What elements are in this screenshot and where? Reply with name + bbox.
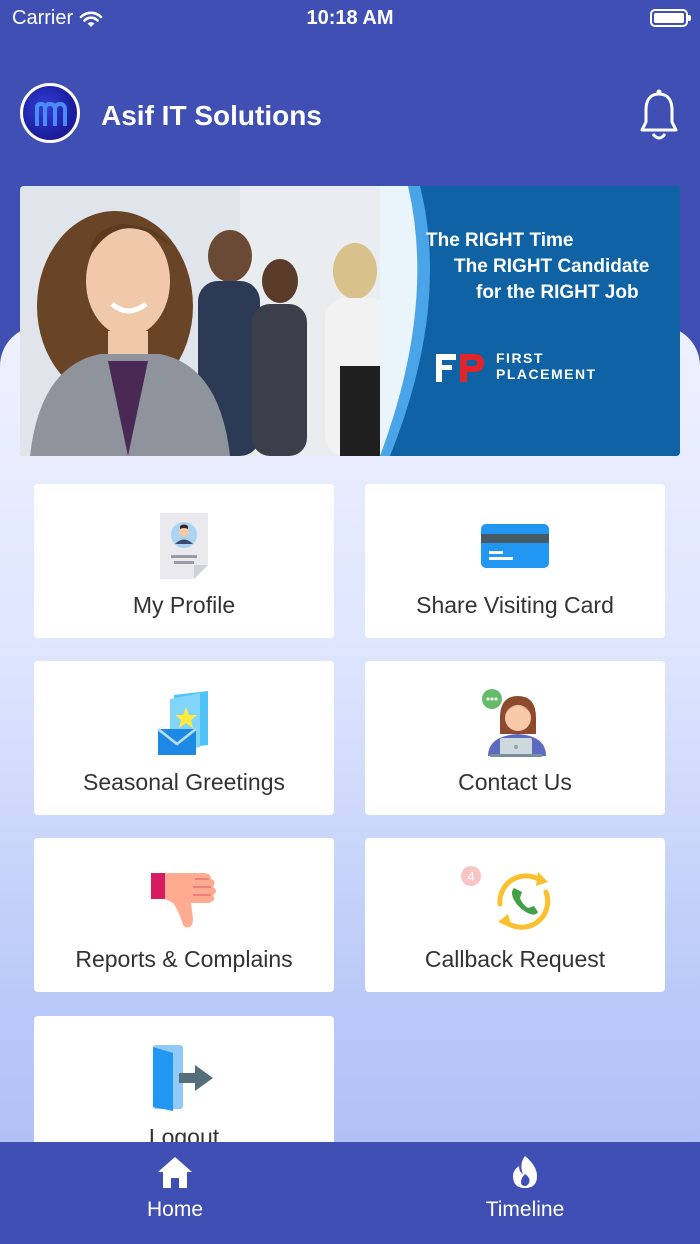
- greeting-card-icon: [157, 691, 208, 755]
- profile-document-icon: [160, 513, 208, 579]
- tab-bar: Home Timeline: [0, 1142, 700, 1244]
- status-bar: Carrier 10:18 AM: [0, 0, 700, 36]
- fp-logo-icon: [436, 354, 484, 382]
- seasonal-greetings-tile[interactable]: Seasonal Greetings: [34, 661, 334, 815]
- app-screen: Carrier 10:18 AM Asif IT Solutions The R…: [0, 0, 700, 1244]
- tab-timeline-label: Timeline: [485, 1198, 565, 1221]
- reports-complains-label: Reports & Complains: [75, 946, 293, 972]
- my-profile-label: My Profile: [132, 592, 236, 618]
- brand-line-2: PLACEMENT: [496, 366, 597, 382]
- card-icon: [481, 524, 549, 568]
- first-placement-logo: FIRST PLACEMENT: [434, 348, 597, 384]
- app-logo: [20, 83, 80, 143]
- banner-line-1: The RIGHT Time: [426, 230, 574, 251]
- status-time: 10:18 AM: [306, 7, 394, 29]
- tab-timeline[interactable]: Timeline: [350, 1142, 700, 1244]
- logout-icon: [153, 1045, 213, 1111]
- contact-us-label: Contact Us: [458, 769, 572, 795]
- promo-banner[interactable]: The RIGHT Time The RIGHT Candidate for t…: [20, 186, 680, 456]
- banner-line-3: for the RIGHT Job: [476, 282, 639, 303]
- contact-us-tile[interactable]: Contact Us: [365, 661, 665, 815]
- seasonal-greetings-label: Seasonal Greetings: [82, 769, 285, 795]
- app-header: Asif IT Solutions: [0, 80, 700, 156]
- share-visiting-card-tile[interactable]: Share Visiting Card: [365, 484, 665, 638]
- flame-icon: [513, 1156, 537, 1188]
- callback-request-tile[interactable]: 4 Callback Request: [365, 838, 665, 992]
- tab-home[interactable]: Home: [0, 1142, 350, 1244]
- logo-m-icon: [35, 101, 67, 126]
- my-profile-tile[interactable]: My Profile: [34, 484, 334, 638]
- home-icon: [158, 1157, 192, 1188]
- banner-photo: [20, 186, 430, 456]
- notification-bell-icon[interactable]: [638, 88, 680, 144]
- thumbs-down-icon: [151, 873, 216, 928]
- battery-icon: [650, 9, 691, 27]
- reports-complains-tile[interactable]: Reports & Complains: [34, 838, 334, 992]
- banner-text-panel: [380, 186, 680, 456]
- share-visiting-card-label: Share Visiting Card: [416, 592, 614, 618]
- banner-slogan: The RIGHT Time The RIGHT Candidate for t…: [426, 228, 649, 306]
- tab-home-label: Home: [146, 1198, 204, 1221]
- app-title: Asif IT Solutions: [101, 100, 322, 131]
- callback-badge: 4: [467, 869, 474, 884]
- support-agent-icon: [482, 689, 546, 757]
- phone-callback-icon: 4: [461, 866, 551, 930]
- callback-request-label: Callback Request: [424, 946, 606, 972]
- banner-line-2: The RIGHT Candidate: [454, 256, 650, 277]
- brand-line-1: FIRST: [496, 350, 544, 366]
